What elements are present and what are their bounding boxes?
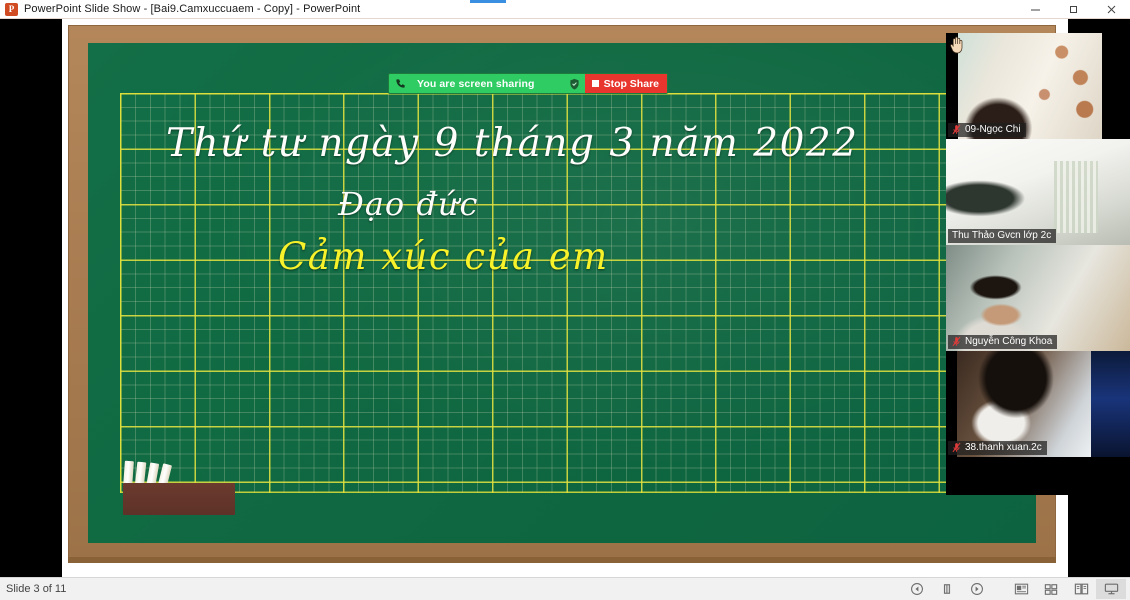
stop-share-button[interactable]: Stop Share [584,74,667,93]
raised-hand-icon [949,36,965,54]
participant-video-strip: 09-Ngọc Chi Thu Thảo Gvcn lớp 2c Nguyễn … [946,33,1130,495]
mic-muted-icon [952,442,961,453]
status-bar-icons [902,578,1126,600]
slide-title-line: Cảm xúc của em [278,235,609,278]
mic-muted-icon [952,124,961,135]
participant-name-badge: Nguyễn Công Khoa [948,334,1058,349]
participant-name: Nguyễn Công Khoa [965,336,1053,347]
previous-slide-icon[interactable] [902,579,932,599]
screen-share-toolbar: You are screen sharing Stop Share [388,73,668,94]
shield-icon[interactable] [565,74,585,93]
status-bar: Slide 3 of 11 [0,577,1130,600]
participant-name-badge: Thu Thảo Gvcn lớp 2c [948,228,1057,243]
powerpoint-icon [5,2,18,16]
stop-share-label: Stop Share [603,77,659,90]
participant-name-badge: 38.thanh xuan.2c [948,440,1047,455]
restore-button[interactable] [1054,0,1092,18]
blackboard-surface: Thứ tư ngày 9 tháng 3 năm 2022 Đạo đức C… [88,43,1036,543]
window-title: PowerPoint Slide Show - [Bai9.Camxuccuae… [24,3,361,15]
active-tab-indicator [470,0,506,3]
participant-name: 38.thanh xuan.2c [965,442,1042,453]
mic-muted-icon [952,336,961,347]
blackboard-frame: Thứ tư ngày 9 tháng 3 năm 2022 Đạo đức C… [68,25,1056,563]
participant-name: Thu Thảo Gvcn lớp 2c [952,230,1052,241]
close-button[interactable] [1092,0,1130,18]
letterbox-left [0,19,62,577]
participant-tile[interactable]: Thu Thảo Gvcn lớp 2c [946,139,1130,245]
window-controls [1016,0,1130,18]
slide-subject-line: Đạo đức [338,185,479,223]
share-status-text: You are screen sharing [417,77,535,90]
participant-tile[interactable]: Nguyễn Công Khoa [946,245,1130,351]
normal-view-icon[interactable] [1006,579,1036,599]
phone-icon [389,74,411,93]
slide-text-block: Thứ tư ngày 9 tháng 3 năm 2022 Đạo đức C… [88,43,1036,543]
slideshow-stage: Thứ tư ngày 9 tháng 3 năm 2022 Đạo đức C… [0,19,1130,577]
title-bar: PowerPoint Slide Show - [Bai9.Camxuccuae… [0,0,1130,19]
participant-video-secondary [1091,351,1130,457]
participant-name-badge: 09-Ngọc Chi [948,122,1026,137]
slide-counter: Slide 3 of 11 [6,583,67,595]
stop-square-icon [591,80,599,87]
next-slide-icon[interactable] [962,579,992,599]
participant-tile[interactable]: 38.thanh xuan.2c [946,351,1130,457]
minimize-button[interactable] [1016,0,1054,18]
icon-separator [992,579,1006,599]
pen-menu-icon[interactable] [932,579,962,599]
slide-sorter-icon[interactable] [1036,579,1066,599]
participant-name: 09-Ngọc Chi [965,124,1021,135]
slideshow-view-icon[interactable] [1096,579,1126,599]
slide-date-line: Thứ tư ngày 9 tháng 3 năm 2022 [166,121,859,166]
reading-view-icon[interactable] [1066,579,1096,599]
participant-tile[interactable]: 09-Ngọc Chi [946,33,1130,139]
